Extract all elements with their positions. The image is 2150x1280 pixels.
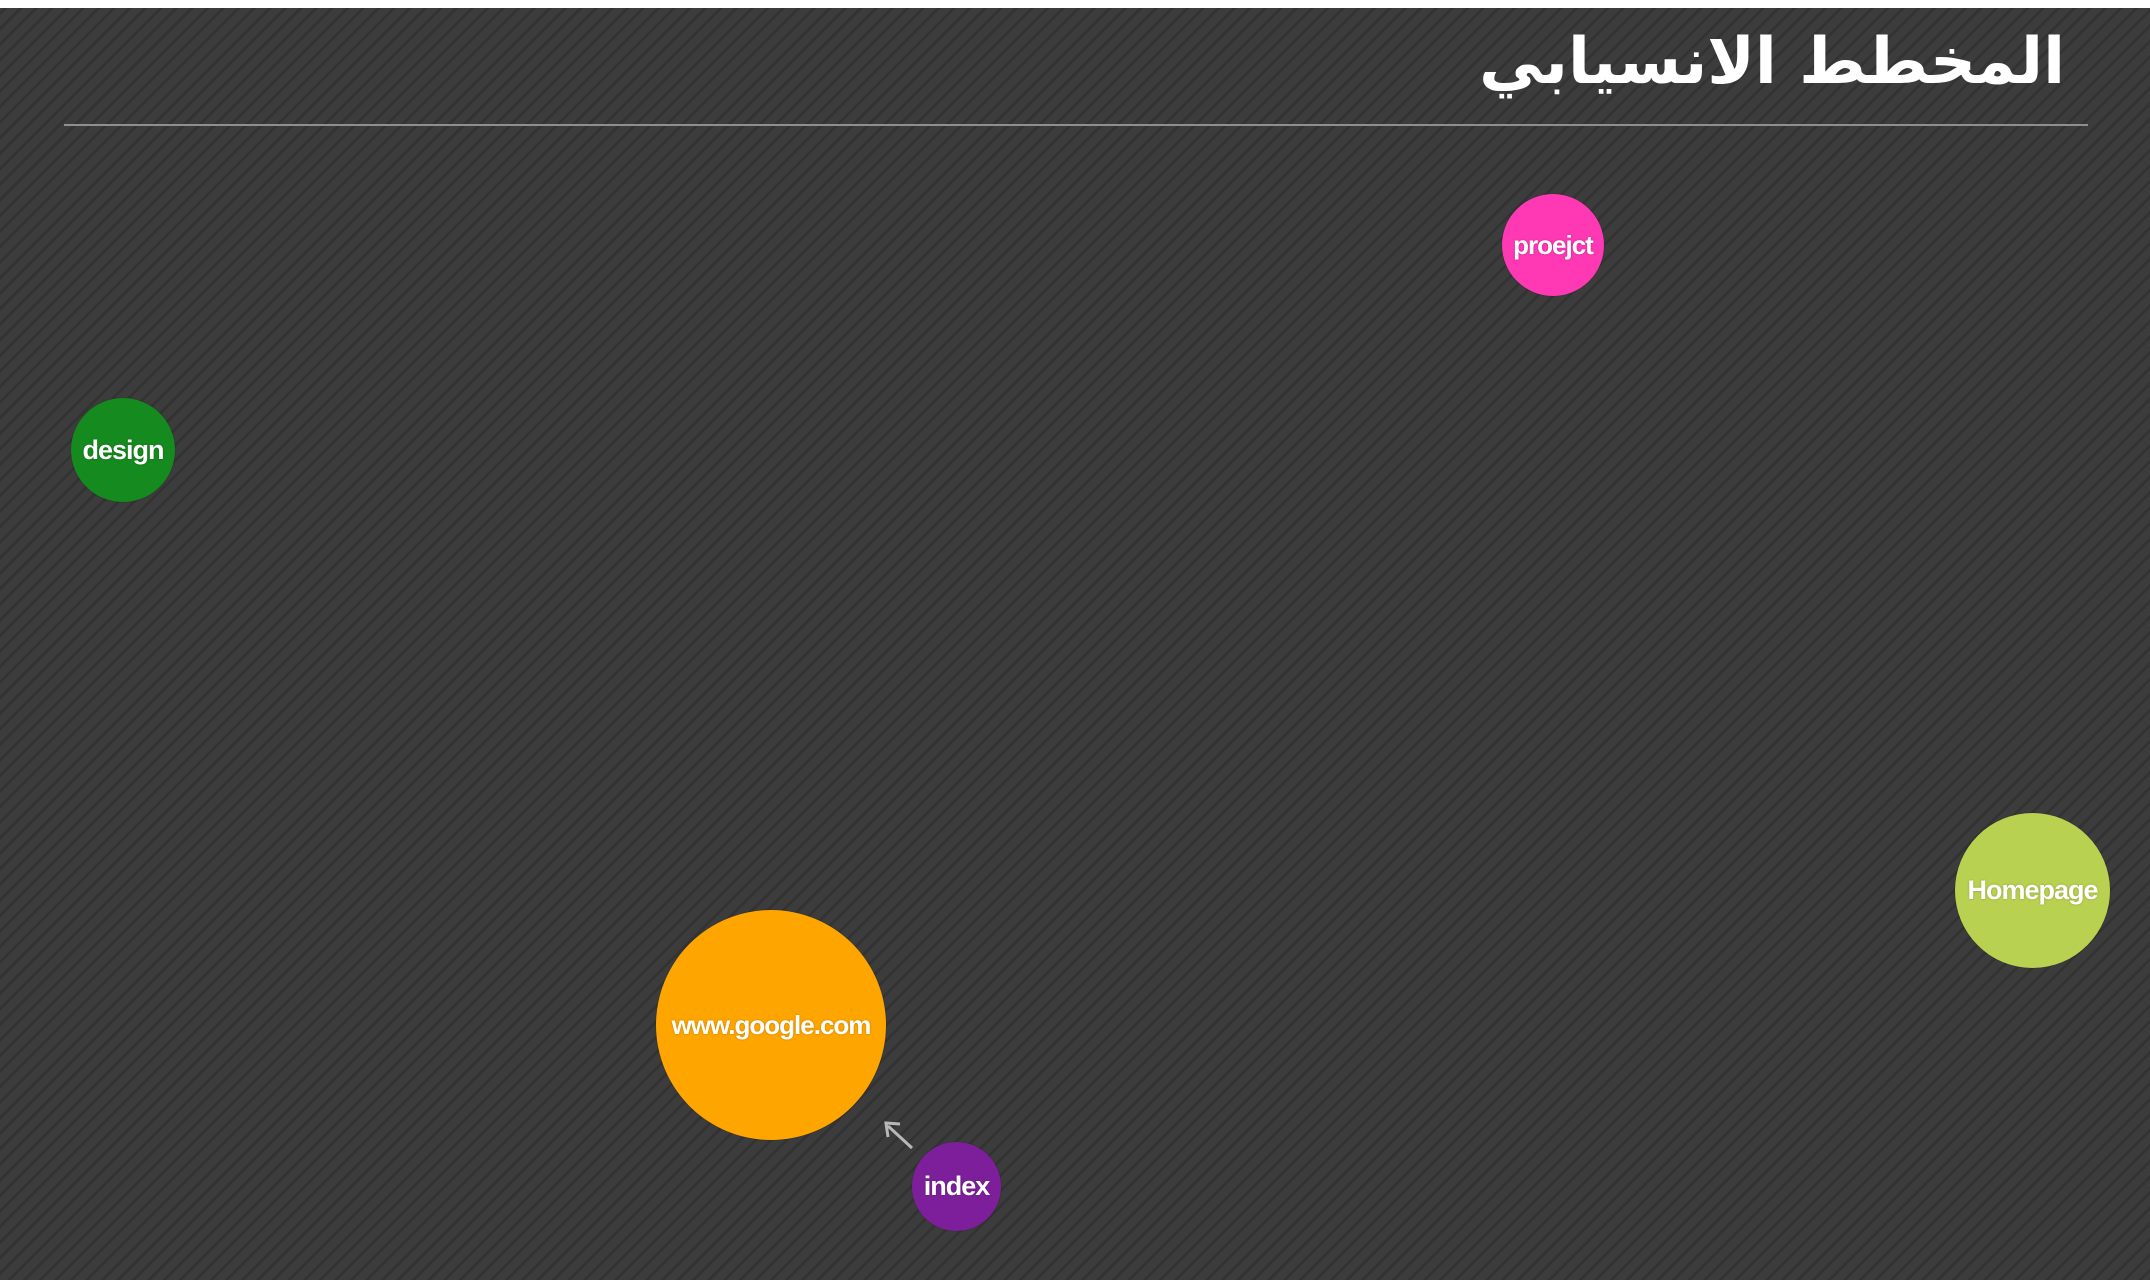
node-design[interactable]: design bbox=[71, 398, 175, 502]
node-index[interactable]: index bbox=[912, 1142, 1001, 1231]
node-google-label: www.google.com bbox=[671, 1009, 872, 1040]
node-design-label: design bbox=[82, 434, 164, 465]
node-index-label: index bbox=[923, 1171, 991, 1201]
node-google[interactable]: www.google.com bbox=[656, 910, 886, 1140]
window-top-edge bbox=[0, 0, 2150, 8]
page-title: المخطط الانسيابي bbox=[1479, 25, 2066, 99]
node-project[interactable]: proejct bbox=[1502, 194, 1604, 296]
title-divider bbox=[64, 124, 2088, 126]
node-homepage-label: Homepage bbox=[1967, 875, 2098, 905]
edge-index-to-google bbox=[884, 1121, 914, 1150]
arrowhead-icon bbox=[884, 1121, 901, 1138]
edge-line bbox=[886, 1124, 914, 1150]
node-homepage[interactable]: Homepage bbox=[1955, 813, 2110, 968]
node-project-label: proejct bbox=[1513, 229, 1594, 260]
flowchart-edges bbox=[884, 1121, 914, 1150]
